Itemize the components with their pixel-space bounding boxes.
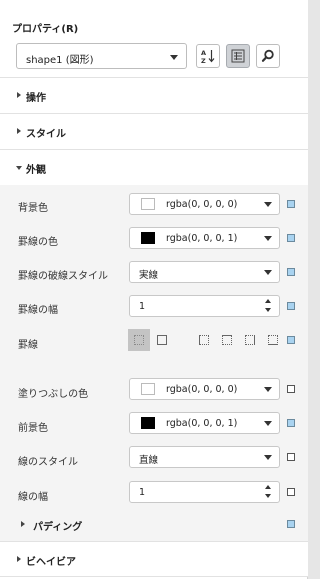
fill-color-value: rgba(0, 0, 0, 0): [166, 384, 238, 395]
chevron-down-icon: [264, 387, 272, 392]
spin-up-icon[interactable]: [265, 299, 271, 303]
foreground-color-select[interactable]: rgba(0, 0, 0, 1): [129, 412, 280, 434]
border-width-input[interactable]: 1: [129, 295, 280, 317]
border-all-button[interactable]: [151, 329, 173, 351]
border-color-select[interactable]: rgba(0, 0, 0, 1): [129, 227, 280, 249]
line-width-value: 1: [139, 487, 146, 498]
properties-header: プロパティ(R) shape1 (図形) A Z: [0, 0, 308, 78]
sort-alphabetical-button[interactable]: A Z: [196, 44, 220, 68]
sort-az-icon: A Z: [201, 49, 215, 64]
border-top-icon: [222, 335, 232, 345]
section-style[interactable]: スタイル: [0, 114, 308, 150]
spin-down-icon[interactable]: [265, 308, 271, 312]
property-set-indicator[interactable]: [287, 268, 295, 276]
chevron-down-icon: [264, 270, 272, 275]
panel-title: プロパティ(R): [12, 24, 79, 35]
line-style-value: 直線: [139, 455, 159, 466]
border-right-button[interactable]: [239, 329, 261, 351]
search-button[interactable]: [256, 44, 280, 68]
fill-color-select[interactable]: rgba(0, 0, 0, 0): [129, 378, 280, 400]
line-style-select[interactable]: 直線: [129, 446, 280, 468]
border-top-button[interactable]: [216, 329, 238, 351]
foreground-color-label: 前景色: [18, 423, 48, 434]
border-dash-style-select[interactable]: 実線: [129, 261, 280, 283]
categorized-view-button[interactable]: [226, 44, 250, 68]
chevron-down-icon: [16, 166, 22, 170]
property-set-indicator[interactable]: [287, 385, 295, 393]
line-width-label: 線の幅: [18, 492, 48, 503]
section-appearance[interactable]: 外観: [0, 150, 308, 186]
chevron-down-icon: [264, 236, 272, 241]
border-left-icon: [199, 335, 209, 345]
border-none-button[interactable]: [128, 329, 150, 351]
section-operation[interactable]: 操作: [0, 78, 308, 114]
border-color-label: 罫線の色: [18, 237, 58, 248]
section-behavior-label: ビヘイビア: [26, 557, 76, 568]
border-dash-style-label: 罫線の破線スタイル: [18, 271, 108, 282]
color-swatch: [141, 383, 155, 395]
property-set-indicator[interactable]: [287, 488, 295, 496]
property-set-indicator[interactable]: [287, 234, 295, 242]
property-set-indicator[interactable]: [287, 302, 295, 310]
border-bottom-button[interactable]: [262, 329, 284, 351]
chevron-down-icon: [264, 202, 272, 207]
property-set-indicator[interactable]: [287, 453, 295, 461]
object-select-value: shape1 (図形): [26, 55, 94, 66]
property-set-indicator[interactable]: [287, 419, 295, 427]
object-select[interactable]: shape1 (図形): [16, 43, 187, 69]
section-operation-label: 操作: [26, 93, 46, 104]
chevron-down-icon: [264, 455, 272, 460]
border-dash-style-value: 実線: [139, 270, 159, 281]
section-appearance-label: 外観: [26, 165, 46, 176]
border-right-icon: [245, 335, 255, 345]
svg-text:Z: Z: [201, 57, 206, 64]
padding-group-label[interactable]: パディング: [33, 518, 82, 533]
chevron-down-icon: [264, 421, 272, 426]
svg-text:A: A: [201, 49, 206, 57]
line-width-input[interactable]: 1: [129, 481, 280, 503]
chevron-down-icon: [170, 55, 178, 60]
border-left-button[interactable]: [193, 329, 215, 351]
border-none-icon: [134, 335, 144, 345]
border-color-value: rgba(0, 0, 0, 1): [166, 233, 238, 244]
categorized-list-icon: [231, 49, 245, 63]
border-width-value: 1: [139, 301, 146, 312]
section-style-label: スタイル: [26, 129, 66, 140]
chevron-right-icon[interactable]: [21, 521, 25, 527]
foreground-color-value: rgba(0, 0, 0, 1): [166, 418, 238, 429]
chevron-right-icon: [17, 128, 21, 134]
fill-color-label: 塗りつぶしの色: [18, 389, 89, 400]
search-icon: [261, 49, 274, 62]
color-swatch: [141, 417, 155, 429]
section-behavior[interactable]: ビヘイビア: [0, 541, 308, 577]
spin-down-icon[interactable]: [265, 494, 271, 498]
chevron-right-icon: [17, 92, 21, 98]
background-color-label: 背景色: [18, 203, 48, 214]
property-set-indicator[interactable]: [287, 200, 295, 208]
color-swatch: [141, 198, 155, 210]
property-set-indicator[interactable]: [287, 520, 295, 528]
border-width-label: 罫線の幅: [18, 305, 58, 316]
spin-up-icon[interactable]: [265, 485, 271, 489]
properties-panel: プロパティ(R) shape1 (図形) A Z 操作 スタイル 外観 背景色 …: [0, 0, 308, 579]
chevron-right-icon: [17, 556, 21, 562]
borders-label: 罫線: [18, 340, 38, 351]
line-style-label: 線のスタイル: [18, 457, 78, 468]
background-color-value: rgba(0, 0, 0, 0): [166, 199, 238, 210]
color-swatch: [141, 232, 155, 244]
background-color-select[interactable]: rgba(0, 0, 0, 0): [129, 193, 280, 215]
border-bottom-icon: [268, 335, 278, 345]
border-all-icon: [157, 335, 167, 345]
property-set-indicator[interactable]: [287, 336, 295, 344]
